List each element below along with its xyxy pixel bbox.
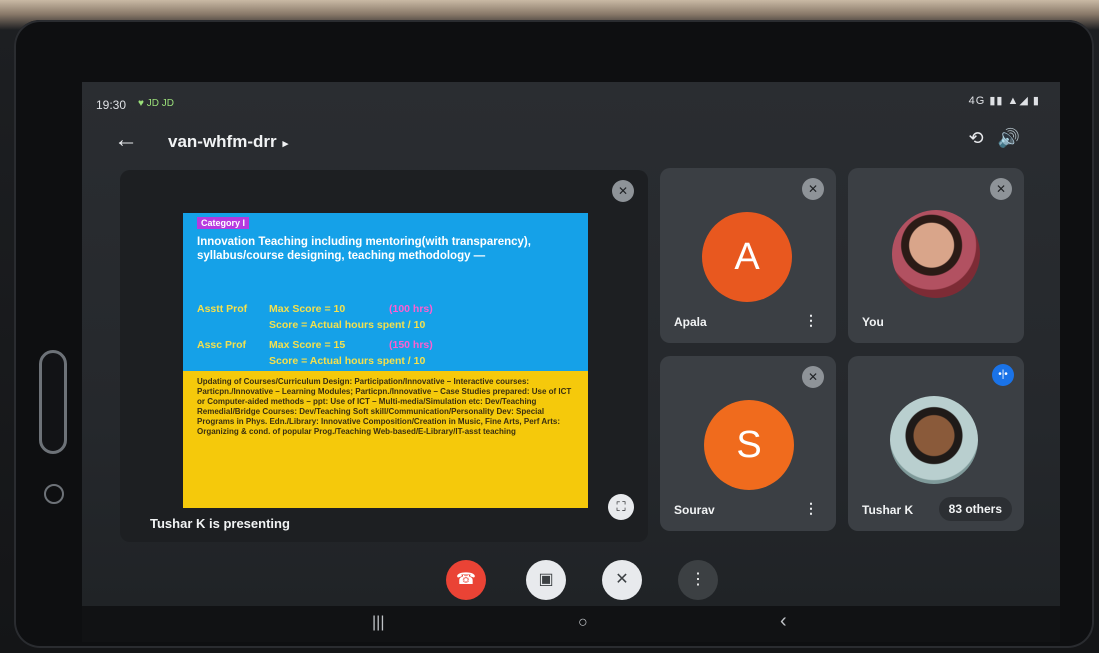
slide-category: Category I [197,217,250,229]
avatar: S [704,400,794,490]
avatar [892,210,980,298]
participant-name: Tushar K [862,503,914,517]
avatar [890,396,978,484]
participant-name: You [862,315,884,329]
slide-max-score: Max Score = 10 [269,303,346,315]
slide-header-band: Category I Innovation Teaching including… [183,213,588,371]
more-options-icon[interactable]: ⋮ [804,500,818,517]
slide-role: Assc Prof [197,339,247,351]
more-options-icon[interactable]: ⋮ [678,560,718,600]
sim-slot [39,350,67,454]
presenting-label: Tushar K is presenting [150,516,290,531]
status-system-icons: 4G ▮▮ ▲◢ ▮ [968,95,1040,107]
camera-switch-icon[interactable]: ⟲ [968,128,983,149]
call-controls: ☎ ▣ ✕ ⋮ [82,560,1060,600]
slide-hours-note: (150 hrs) [389,339,433,351]
side-button [44,484,64,504]
fullscreen-icon[interactable]: ⛶ [608,494,634,520]
android-nav-bar: ||| ○ ‹ [82,606,1060,642]
recents-icon[interactable]: ||| [372,614,384,632]
home-icon[interactable]: ○ [578,614,588,632]
speaker-icon[interactable]: 🔊 [998,128,1020,149]
mic-off-icon: ✕ [802,366,824,388]
slide-formula: Score = Actual hours spent / 10 [269,355,426,367]
shared-slide: Category I Innovation Teaching including… [183,213,588,508]
slide-role: Asstt Prof [197,303,248,315]
participant-name: Apala [674,315,707,329]
status-time: 19:30 [96,98,127,112]
tablet-bezel: 19:30 ♥ JD JD 4G ▮▮ ▲◢ ▮ ← van-whfm-drr ▸… [14,20,1094,648]
speaking-indicator-icon: •|• [992,364,1014,386]
meet-screen: 19:30 ♥ JD JD 4G ▮▮ ▲◢ ▮ ← van-whfm-drr ▸… [82,82,1060,642]
status-bar: 19:30 ♥ JD JD 4G ▮▮ ▲◢ ▮ [82,82,1060,118]
meeting-code-text: van-whfm-drr [168,132,277,151]
participant-name: Sourav [674,503,715,517]
participant-tile-sourav[interactable]: ✕ S Sourav ⋮ [660,356,836,531]
status-notification-icons: ♥ JD JD [138,98,174,109]
slide-hours-note: (100 hrs) [389,303,433,315]
chevron-right-icon: ▸ [282,138,289,150]
mic-off-icon: ✕ [802,178,824,200]
mic-off-icon: ✕ [612,180,634,202]
camera-off-icon[interactable]: ▣ [526,560,566,600]
slide-max-score: Max Score = 15 [269,339,346,351]
mic-off-icon[interactable]: ✕ [602,560,642,600]
header-actions: ⟲ 🔊 [968,128,1020,149]
mic-off-icon: ✕ [990,178,1012,200]
participant-tile-you[interactable]: ✕ You [848,168,1024,343]
participant-tile-tushar[interactable]: •|• Tushar K 83 others [848,356,1024,531]
avatar: A [702,212,792,302]
others-count-button[interactable]: 83 others [938,497,1012,521]
nav-back-icon[interactable]: ‹ [780,610,787,633]
presentation-tile[interactable]: ✕ Category I Innovation Teaching includi… [120,170,648,542]
slide-formula: Score = Actual hours spent / 10 [269,319,426,331]
back-arrow-icon[interactable]: ← [114,126,138,154]
more-options-icon[interactable]: ⋮ [804,312,818,329]
meeting-header: ← van-whfm-drr ▸ ⟲ 🔊 [82,122,1060,162]
slide-body-text: Updating of Courses/Curriculum Design: P… [197,377,572,436]
meeting-code[interactable]: van-whfm-drr ▸ [168,132,288,152]
slide-heading: Innovation Teaching including mentoring(… [197,236,531,262]
end-call-icon[interactable]: ☎ [446,560,486,600]
participant-tile-apala[interactable]: ✕ A Apala ⋮ [660,168,836,343]
